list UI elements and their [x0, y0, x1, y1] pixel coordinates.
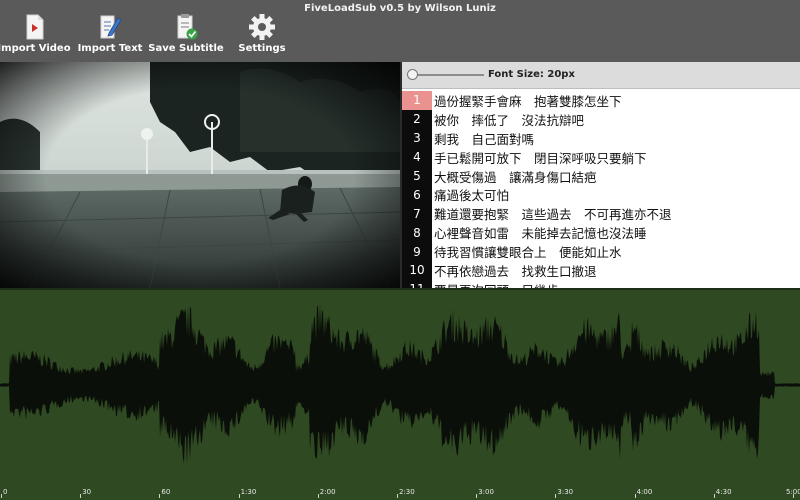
subtitle-line[interactable]: 4 手已鬆開可放下 閉目深呼吸只要躺下: [402, 147, 800, 167]
subtitle-line[interactable]: 11要是再次回頭 只幾步: [402, 279, 800, 288]
video-frame: [0, 62, 400, 288]
video-player[interactable]: [0, 62, 400, 288]
subtitle-line-text: 不再依戀過去 找救生口撤退: [434, 263, 597, 279]
subtitle-line-text: 要是再次回頭 只幾步: [432, 280, 559, 288]
timeline-tick: [159, 494, 161, 498]
subtitle-line-text: 待我習慣讓雙眼合上 便能如止水: [434, 245, 622, 261]
timeline-tick: [1, 494, 2, 498]
audio-waveform[interactable]: 0 30 60 1:30 2:00 2:30 3:00 3:30 4:00 4:30 5:00: [0, 288, 800, 500]
timeline-tick: [80, 494, 82, 498]
timeline-tick: [317, 494, 319, 498]
subtitle-line[interactable]: 6 痛過後太可怕: [402, 185, 800, 205]
text-file-edit-icon: [100, 15, 122, 39]
timeline-tick-label: 1:30: [240, 488, 257, 496]
subtitle-line[interactable]: 8 心裡聲音如雷 未能掉去記憶也沒法睡: [402, 223, 800, 243]
save-subtitle-label: Save Subtitle: [148, 43, 224, 54]
subtitle-line[interactable]: 7 難道還要抱緊 這些過去 不可再進亦不退: [402, 204, 800, 224]
timeline-tick: [397, 494, 398, 498]
font-size-bar: Font Size: 20px: [402, 62, 800, 89]
timeline-tick: [555, 494, 557, 498]
subtitle-line-number: 5: [402, 166, 432, 186]
subtitle-line[interactable]: 3 剩我 自己面對嗎: [402, 128, 800, 148]
subtitle-line-number: 1: [402, 91, 432, 110]
timeline-tick-label: 3:30: [557, 488, 574, 496]
font-size-slider-thumb[interactable]: [407, 69, 418, 80]
subtitle-line-text: 被你 摔低了 沒法抗辯吧: [434, 112, 585, 128]
subtitle-line-text: 大概受傷過 讓滿身傷口結疤: [434, 169, 597, 185]
timeline-tick-label: 0: [3, 488, 8, 496]
font-size-label: Font Size: 20px: [488, 69, 575, 80]
subtitle-line[interactable]: 9 待我習慣讓雙眼合上 便能如止水: [402, 242, 800, 262]
timeline-tick-label: 60: [161, 488, 171, 496]
subtitle-line-text: 剩我 自己面對嗎: [434, 131, 535, 147]
save-subtitle-button[interactable]: Save Subtitle: [148, 13, 224, 59]
settings-button[interactable]: Settings: [238, 13, 286, 59]
subtitle-line[interactable]: 2 被你 摔低了 沒法抗辯吧: [402, 109, 800, 129]
subtitle-line-number: 10: [402, 261, 432, 280]
timeline-tick: [238, 494, 240, 498]
toolbar: FiveLoadSub v0.5 by Wilson Luniz Import …: [0, 0, 800, 62]
import-text-button[interactable]: Import Text: [78, 13, 142, 59]
import-video-button[interactable]: Import Video: [0, 13, 71, 59]
subtitle-line-number: 8: [402, 223, 432, 243]
subtitle-line-text: 心裡聲音如雷 未能掉去記憶也沒法睡: [434, 226, 647, 242]
font-size-slider[interactable]: [408, 74, 484, 76]
subtitle-list: 1 過份握緊手會麻 抱著雙膝怎坐下 2 被你 摔低了 沒法抗辯吧 3 剩我 自己面對嗎 4 手…: [402, 91, 800, 288]
timeline-tick-label: 30: [82, 488, 92, 496]
subtitle-line[interactable]: 5 大概受傷過 讓滿身傷口結疤: [402, 166, 800, 186]
subtitle-line-number: 9: [402, 242, 432, 262]
waveform-graphic: [0, 303, 800, 465]
subtitle-line-number: 6: [402, 185, 432, 205]
waveform-shape: [0, 303, 800, 465]
subtitle-line-number: 4: [402, 147, 432, 167]
timeline-tick-label: 4:00: [636, 488, 653, 496]
import-text-label: Import Text: [77, 43, 143, 54]
subtitle-line[interactable]: 10 不再依戀過去 找救生口撤退: [402, 261, 800, 280]
subtitle-line[interactable]: 1 過份握緊手會麻 抱著雙膝怎坐下: [402, 91, 800, 110]
subtitle-panel: Font Size: 20px 1 過份握緊手會麻 抱著雙膝怎坐下 2 被你 摔低了 …: [402, 62, 800, 288]
import-video-label: Import Video: [0, 43, 71, 54]
subtitle-line-number: 11: [402, 279, 432, 288]
subtitle-line-text: 痛過後太可怕: [434, 188, 510, 204]
timeline-tick-label: 3:00: [478, 488, 494, 496]
gear-icon: [249, 14, 275, 40]
subtitle-line-text: 難道還要抱緊 這些過去 不可再進亦不退: [434, 207, 672, 223]
subtitle-line-number: 7: [402, 204, 432, 224]
video-file-icon: [26, 14, 44, 40]
subtitle-line-number: 3: [402, 128, 432, 148]
subtitle-line-text: 過份握緊手會麻 抱著雙膝怎坐下: [434, 93, 622, 109]
save-document-icon: [177, 14, 198, 40]
subtitle-line-text: 手已鬆開可放下 閉目深呼吸只要躺下: [434, 150, 647, 166]
timeline-tick-label: 2:30: [399, 488, 415, 496]
timeline-tick: [634, 494, 636, 498]
timeline-tick: [476, 494, 478, 498]
timeline-tick-label: 5:00: [786, 488, 800, 496]
timeline-tick-label: 2:00: [319, 488, 336, 496]
settings-label: Settings: [238, 43, 286, 54]
timeline-tick-label: 4:30: [715, 488, 732, 496]
timeline-tick: [713, 494, 715, 498]
subtitle-line-number: 2: [402, 109, 432, 129]
